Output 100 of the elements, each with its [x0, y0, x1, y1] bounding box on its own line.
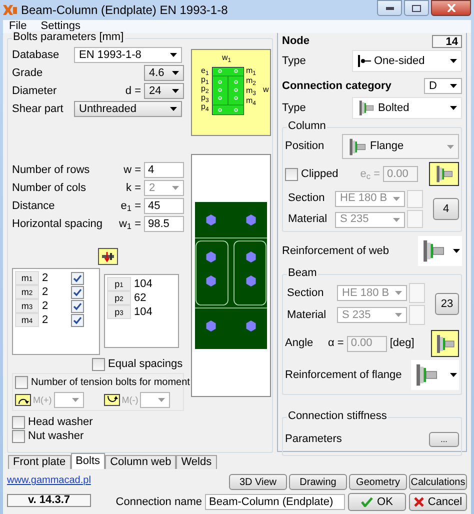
input-field[interactable]: 98.5 [144, 216, 184, 232]
dropdown[interactable]: 4.6 [144, 65, 184, 81]
caret-icon [172, 186, 179, 190]
table-cell-text: 2 [41, 314, 50, 326]
field-label: M(-) [122, 394, 138, 406]
row-header: p$_{3}$ [107, 305, 131, 319]
field-label: Connection name [116, 496, 202, 508]
close-button[interactable] [431, 0, 471, 16]
field-label: Connection category [282, 80, 392, 92]
checkmark-icon [361, 497, 374, 507]
tab[interactable]: Welds [176, 455, 217, 469]
action-button[interactable]: Drawing [289, 474, 347, 490]
count-button[interactable]: 4 [433, 198, 459, 220]
bolt-icon [101, 250, 115, 262]
dimension-label: m$_{4}$ [246, 97, 256, 105]
checkbox[interactable] [12, 416, 25, 429]
angle-button[interactable] [431, 330, 459, 357]
parameters-button[interactable]: ... [429, 432, 459, 447]
checkbox-label: Equal spacings [108, 358, 183, 371]
table-cell-text: 2 [41, 272, 50, 284]
action-button[interactable]: Geometry [349, 474, 407, 490]
caret-icon [172, 89, 179, 93]
dropdown[interactable]: Flange [342, 134, 459, 159]
caret-icon [170, 107, 177, 111]
maximize-button[interactable] [404, 0, 429, 16]
dimension-label: m$_{3}$ [246, 87, 256, 95]
version-label: v. 14.3.7 [7, 494, 91, 507]
field-label: Position [285, 140, 324, 153]
caret-icon [450, 59, 457, 63]
minimize-button[interactable] [377, 0, 402, 16]
field-label: [deg] [390, 337, 414, 350]
table-cell-text: 62 [133, 292, 146, 304]
checkbox[interactable] [71, 300, 84, 312]
ok-button[interactable]: OK [348, 493, 406, 511]
field-label: Section [286, 286, 325, 300]
website-link[interactable]: www.gammacad.pl [7, 474, 91, 487]
dropdown[interactable]: Unthreaded [74, 101, 182, 117]
action-button[interactable]: 3D View [229, 474, 287, 490]
caret-icon [447, 144, 454, 148]
dropdown[interactable] [140, 392, 170, 408]
field-label: Diameter [12, 84, 58, 98]
dropdown[interactable] [418, 236, 462, 266]
menu-item[interactable]: Settings [40, 20, 80, 33]
field-label: Type [282, 102, 306, 114]
dropdown[interactable] [411, 360, 459, 390]
dropdown[interactable]: Bolted [352, 97, 462, 119]
dropdown[interactable]: 24 [144, 83, 184, 99]
caret-icon [450, 373, 457, 377]
field-label: Database [12, 48, 60, 62]
dimension-label: m$_{1}$ [246, 67, 256, 75]
caret-icon [393, 196, 400, 200]
field-label: Clipped [301, 168, 338, 180]
checkbox[interactable] [285, 168, 298, 180]
field-label: Type [282, 54, 306, 68]
checkbox[interactable] [71, 272, 84, 284]
table-cell-text: 104 [133, 278, 152, 290]
checkbox[interactable] [92, 358, 105, 371]
dimension-label: w [263, 86, 269, 94]
field-label: M(+) [33, 394, 52, 406]
input-field[interactable]: 45 [144, 198, 184, 214]
count-button[interactable]: 23 [435, 293, 459, 315]
field-label: α = [328, 337, 344, 350]
input-field[interactable]: 4 [144, 162, 184, 178]
field-label: Grade [12, 66, 44, 80]
dropdown[interactable]: One-sided [352, 50, 462, 72]
field-label: Section [287, 192, 326, 205]
menu-item[interactable]: File [9, 20, 27, 33]
field-label: Number of cols [12, 182, 86, 194]
dropdown[interactable]: EN 1993-1-8 [74, 47, 182, 63]
cancel-button[interactable]: Cancel [409, 493, 467, 511]
caret-icon [450, 84, 457, 88]
field-label: Parameters [285, 433, 342, 446]
tab[interactable]: Bolts [70, 453, 106, 469]
bolt-toggle-button[interactable] [98, 248, 118, 265]
tab[interactable]: Front plate [8, 455, 71, 469]
one-sided-icon [357, 55, 371, 67]
dimension-label: p$_{2}$ [201, 85, 209, 93]
maximize-icon [412, 4, 421, 12]
dropdown[interactable] [54, 392, 84, 408]
caret-icon [395, 313, 402, 317]
dropdown[interactable]: D [424, 78, 462, 94]
field-label: Reinforcement of flange [285, 368, 402, 382]
checkbox[interactable] [15, 376, 28, 389]
checkbox[interactable] [12, 430, 25, 443]
input-field[interactable]: Beam-Column (Endplate) [205, 494, 345, 510]
caret-icon [72, 398, 79, 402]
dimension-label: p$_{3}$ [201, 94, 209, 102]
tab[interactable]: Column web [105, 455, 176, 469]
dimension-label: w$_{1}$ [222, 54, 232, 62]
field-label: e$_{c}$ = [360, 168, 380, 180]
minimize-icon [386, 6, 394, 10]
action-button[interactable]: Calculations [409, 474, 467, 490]
moment-icon [104, 394, 120, 406]
checkbox[interactable] [71, 286, 84, 298]
field-label: Node [282, 35, 310, 48]
checkbox[interactable] [71, 314, 84, 326]
offset-icon [434, 164, 454, 184]
field-label: d = [125, 84, 141, 98]
group-title: Bolts parameters [mm] [12, 31, 125, 44]
clip-offset-button[interactable] [429, 162, 459, 186]
